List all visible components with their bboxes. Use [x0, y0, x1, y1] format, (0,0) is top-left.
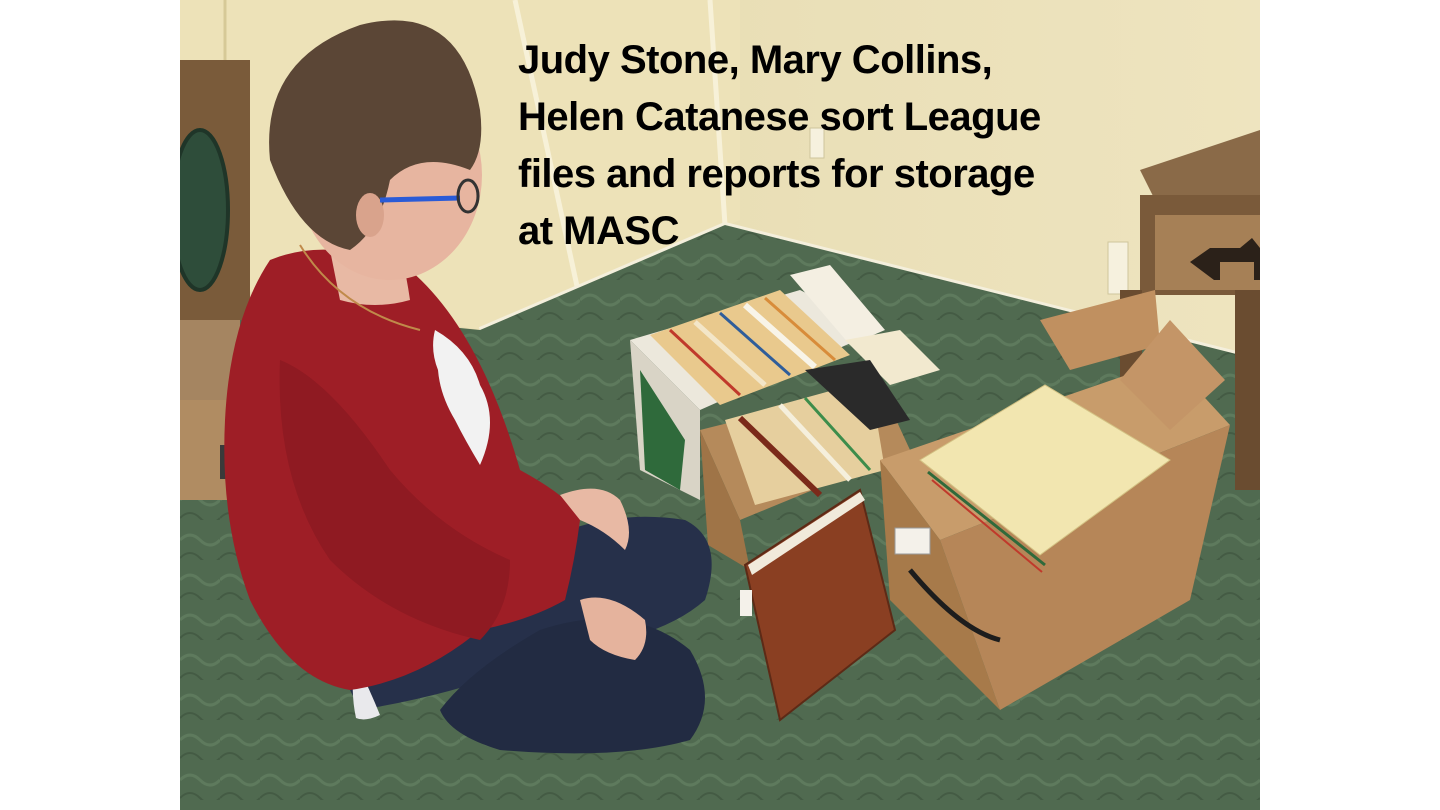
caption-line-1: Judy Stone, Mary Collins, [518, 38, 993, 82]
glasses-icon [379, 195, 461, 203]
caption-line-3: files and reports for storage [518, 152, 1035, 196]
wall-outlet [1107, 241, 1129, 295]
photo-caption: Judy Stone, Mary Collins, Helen Catanese… [518, 32, 1098, 260]
caption-line-2: Helen Catanese sort League [518, 95, 1041, 139]
slide: Judy Stone, Mary Collins, Helen Catanese… [0, 0, 1440, 810]
caption-line-4: at MASC [518, 209, 679, 253]
